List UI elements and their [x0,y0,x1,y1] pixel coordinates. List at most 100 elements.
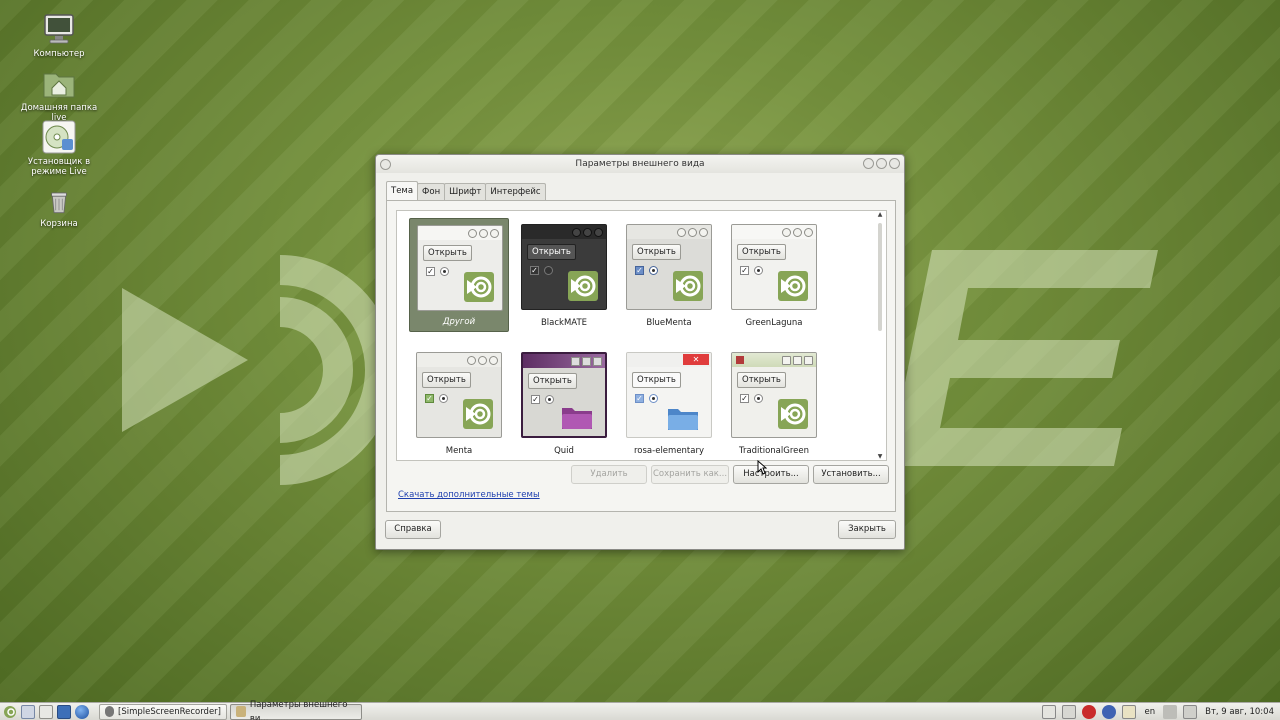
theme-preview: Открыть ✓ [521,224,607,310]
keyboard-layout[interactable]: en [1144,707,1155,717]
theme-item-other[interactable]: Открыть ✓ Другой [409,218,509,332]
desktop-icon-trash[interactable]: Корзина [14,188,104,229]
clock[interactable]: Вт, 9 авг, 10:04 [1205,707,1274,717]
theme-list-scrollbar[interactable]: ▲ ▼ [876,211,884,460]
scroll-up-icon[interactable]: ▲ [876,211,884,218]
folder-icon [562,408,592,429]
desktop-icon-computer[interactable]: Компьютер [14,12,104,59]
checkbox-icon: ✓ [425,394,434,403]
theme-name: rosa-elementary [634,446,704,456]
preview-open-button: Открыть [737,244,786,260]
theme-name: TraditionalGreen [739,446,809,456]
close-button[interactable]: Закрыть [838,520,896,539]
theme-preview: ✕ Открыть ✓ [626,352,712,438]
home-folder-icon [43,73,75,98]
browser-icon[interactable] [75,704,89,719]
tab-background[interactable]: Фон [417,183,446,200]
folder-icon [668,409,698,430]
mate-logo-icon [568,271,598,301]
desktop-icon-installer[interactable]: Установщик в режиме Live [14,120,104,177]
preview-open-button: Открыть [528,373,577,389]
display-tray-icon[interactable] [1062,704,1077,719]
theme-item-bluementa[interactable]: Открыть ✓ BlueMenta [619,218,719,332]
radio-icon [440,267,449,276]
network-icon[interactable] [1183,704,1198,719]
computer-icon [44,14,74,44]
theme-preview: Открыть ✓ [731,352,817,438]
window-titlebar[interactable]: Параметры внешнего вида [376,155,904,173]
mouse-cursor-icon [757,460,767,475]
checkbox-icon: ✓ [426,267,435,276]
desktop-icon-home[interactable]: Домашняя папка live [14,66,104,123]
desktop-icon-label: Корзина [40,219,78,229]
tab-interface[interactable]: Интерфейс [485,183,546,200]
theme-preview: Открыть ✓ [626,224,712,310]
minimize-icon[interactable] [863,158,874,169]
customize-button[interactable]: Настроить... [733,465,809,484]
theme-name: BlackMATE [540,318,588,328]
delete-button[interactable]: Удалить [571,465,647,484]
appearance-app-icon [236,706,246,717]
theme-item-blackmate[interactable]: Открыть ✓ BlackMATE [514,218,614,332]
checkbox-icon: ✓ [530,266,539,275]
theme-item-greenlaguna[interactable]: Открыть ✓ GreenLaguna [724,218,824,332]
maximize-icon[interactable] [876,158,887,169]
theme-name: Другой [442,317,476,327]
recorder-app-icon [105,706,115,717]
theme-list: Открыть ✓ Другой Открыть ✓ BlackMATE Отк… [396,210,887,461]
desktop-icon-label: Компьютер [33,49,85,59]
trash-icon [51,192,67,214]
taskbar-item-appearance[interactable]: Параметры внешнего ви... [230,700,362,720]
theme-name: Menta [445,446,473,456]
main-menu-icon[interactable] [3,705,17,719]
checkbox-icon: ✓ [740,394,749,403]
theme-item-menta[interactable]: Открыть ✓ Menta [409,346,509,460]
radio-icon [754,266,763,275]
tab-font[interactable]: Шрифт [444,183,487,200]
save-as-button[interactable]: Сохранить как... [651,465,729,484]
scroll-thumb[interactable] [878,223,882,331]
clipboard-tray-icon[interactable] [1122,704,1137,719]
appearance-preferences-window: Параметры внешнего вида Тема Фон Шрифт И… [375,154,905,550]
taskbar-item-screenrecorder[interactable]: [SimpleScreenRecorder] [99,703,227,720]
checkbox-icon: ✓ [635,394,644,403]
theme-name: Quid [554,446,574,456]
tab-bar: Тема Фон Шрифт Интерфейс [386,181,546,200]
help-button[interactable]: Справка [385,520,441,539]
taskbar-item-label: [SimpleScreenRecorder] [118,706,221,717]
theme-item-traditionalgreen[interactable]: Открыть ✓ TraditionalGreen [724,346,824,460]
window-menu-icon[interactable] [380,159,391,170]
file-manager-icon[interactable] [39,704,53,719]
theme-item-quid[interactable]: Открыть ✓ Quid [514,346,614,460]
radio-icon [649,266,658,275]
theme-tab-panel: Открыть ✓ Другой Открыть ✓ BlackMATE Отк… [386,200,896,512]
radio-icon [649,394,658,403]
mate-logo-icon [464,272,494,302]
preview-open-button: Открыть [527,244,576,260]
radio-icon [544,266,553,275]
record-tray-icon[interactable] [1082,704,1097,719]
window-title: Параметры внешнего вида [575,159,705,169]
more-themes-link[interactable]: Скачать дополнительные темы [398,490,540,500]
mate-logo-icon [673,271,703,301]
scroll-down-icon[interactable]: ▼ [876,453,884,460]
mate-logo-icon [778,399,808,429]
tab-theme[interactable]: Тема [386,181,419,200]
keyboard-tray-icon[interactable] [1042,704,1057,719]
checkbox-icon: ✓ [635,266,644,275]
radio-icon [545,395,554,404]
theme-preview: Открыть ✓ [417,225,503,311]
desktop-icon-label: Установщик в режиме Live [27,157,91,177]
theme-name: GreenLaguna [745,318,803,328]
preview-open-button: Открыть [423,245,472,261]
terminal-icon[interactable] [57,704,71,719]
bluetooth-icon[interactable] [1102,704,1117,719]
install-button[interactable]: Установить... [813,465,889,484]
app-menu-icon [736,356,744,364]
volume-icon[interactable] [1163,704,1178,719]
close-icon: ✕ [683,354,709,365]
installer-disc-icon [42,120,76,154]
theme-item-rosa-elementary[interactable]: ✕ Открыть ✓ rosa-elementary [619,346,719,460]
show-desktop-icon[interactable] [21,704,35,719]
close-icon[interactable] [889,158,900,169]
